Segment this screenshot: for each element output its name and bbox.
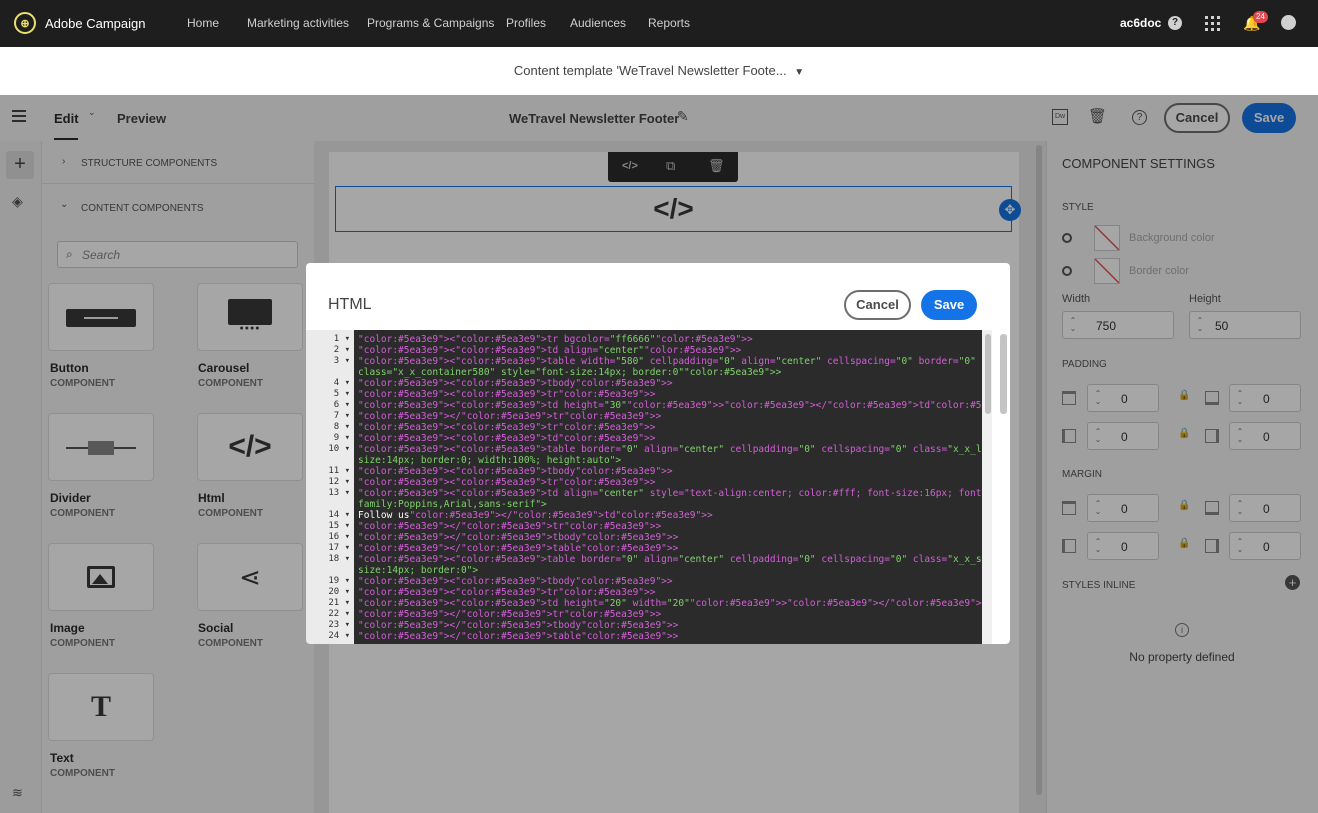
html-code-editor[interactable]: 1 ▾ 2 ▾ 3 ▾ 4 ▾ 5 ▾ 6 ▾ 7 ▾ 8 ▾ 9 ▾ 10 ▾ 11 ▾ 12 ▾ 1… <box>306 330 1010 644</box>
code-line[interactable]: size:14px; border:0"> <box>358 565 478 576</box>
chevron-down-icon[interactable]: ▼ <box>794 67 804 78</box>
line-number: 17 ▾ <box>328 543 350 553</box>
code-line[interactable]: "color:#5ea3e9"><"color:#5ea3e9">tbody"c… <box>358 576 673 587</box>
line-number: 9 ▾ <box>333 433 350 443</box>
code-line[interactable]: "color:#5ea3e9"><"color:#5ea3e9">td alig… <box>358 345 741 356</box>
line-number-gutter: 1 ▾ 2 ▾ 3 ▾ 4 ▾ 5 ▾ 6 ▾ 7 ▾ 8 ▾ 9 ▾ 10 ▾ 11 ▾ 12 ▾ 1… <box>306 330 354 644</box>
code-line[interactable]: "color:#5ea3e9"><"color:#5ea3e9">tbody"c… <box>358 466 673 477</box>
nav-marketing-activities[interactable]: Marketing activities <box>247 16 349 30</box>
line-number: 10 ▾ <box>328 444 350 454</box>
app-name[interactable]: Adobe Campaign <box>45 16 145 31</box>
dialog-cancel-button[interactable]: Cancel <box>844 290 911 320</box>
line-number: 16 ▾ <box>328 532 350 542</box>
line-number: 24 ▾ <box>328 631 350 641</box>
code-line[interactable]: "color:#5ea3e9"></"color:#5ea3e9">tr"col… <box>358 521 661 532</box>
code-line[interactable]: "color:#5ea3e9"><"color:#5ea3e9">tr"colo… <box>358 587 655 598</box>
code-line[interactable]: "color:#5ea3e9"></"color:#5ea3e9">tr"col… <box>358 609 661 620</box>
dialog-save-button[interactable]: Save <box>921 290 977 320</box>
nav-profiles[interactable]: Profiles <box>506 16 546 30</box>
code-line[interactable]: "color:#5ea3e9"><"color:#5ea3e9">tr"colo… <box>358 477 655 488</box>
code-line[interactable]: "color:#5ea3e9"><"color:#5ea3e9">td alig… <box>358 488 1010 499</box>
editor-scroll-thumb[interactable] <box>985 334 991 414</box>
code-line[interactable]: "color:#5ea3e9"><"color:#5ea3e9">td"colo… <box>358 433 655 444</box>
code-line[interactable]: family:Poppins,Arial,sans-serif"> <box>358 499 547 510</box>
apps-grid-icon[interactable] <box>1205 16 1220 31</box>
code-line[interactable]: Follow us"color:#5ea3e9"></"color:#5ea3e… <box>358 510 713 521</box>
line-number: 3 ▾ <box>333 356 350 366</box>
line-number: 6 ▾ <box>333 400 350 410</box>
code-line[interactable]: "color:#5ea3e9"><"color:#5ea3e9">tbody"c… <box>358 378 673 389</box>
line-number: 12 ▾ <box>328 477 350 487</box>
line-number: 21 ▾ <box>328 598 350 608</box>
code-line[interactable]: "color:#5ea3e9"><"color:#5ea3e9">table w… <box>358 356 976 367</box>
code-line[interactable]: "color:#5ea3e9"><"color:#5ea3e9">td heig… <box>358 400 1010 411</box>
help-icon[interactable]: ? <box>1168 16 1182 30</box>
top-bar: ⊕ Adobe Campaign Home Marketing activiti… <box>0 0 1318 47</box>
nav-audiences[interactable]: Audiences <box>570 16 626 30</box>
line-number: 11 ▾ <box>328 466 350 476</box>
code-line[interactable]: "color:#5ea3e9"><"color:#5ea3e9">table b… <box>358 444 1010 455</box>
dialog-scrollbar[interactable] <box>1000 334 1007 414</box>
line-number: 20 ▾ <box>328 587 350 597</box>
code-line[interactable]: "color:#5ea3e9"></"color:#5ea3e9">tbody"… <box>358 620 678 631</box>
line-number: 15 ▾ <box>328 521 350 531</box>
line-number: 2 ▾ <box>333 345 350 355</box>
html-dialog: HTML Cancel Save 1 ▾ 2 ▾ 3 ▾ 4 ▾ 5 ▾ 6 ▾ 7 ▾ 8 … <box>306 263 1010 644</box>
template-title[interactable]: Content template 'WeTravel Newsletter Fo… <box>514 63 787 78</box>
avatar[interactable] <box>1281 15 1296 30</box>
line-number: 22 ▾ <box>328 609 350 619</box>
code-line[interactable]: "color:#5ea3e9"></"color:#5ea3e9">table"… <box>358 631 678 642</box>
nav-home[interactable]: Home <box>187 16 219 30</box>
code-line[interactable]: "color:#5ea3e9"><"color:#5ea3e9">tr bgco… <box>358 334 753 345</box>
notification-badge: 24 <box>1253 11 1268 23</box>
code-line[interactable]: "color:#5ea3e9"><"color:#5ea3e9">tr"colo… <box>358 422 655 433</box>
line-number: 1 ▾ <box>333 334 350 344</box>
line-number: 5 ▾ <box>333 389 350 399</box>
line-number: 7 ▾ <box>333 411 350 421</box>
line-number: 8 ▾ <box>333 422 350 432</box>
code-line[interactable]: "color:#5ea3e9"></"color:#5ea3e9">tbody"… <box>358 532 678 543</box>
line-number: 19 ▾ <box>328 576 350 586</box>
code-line[interactable]: "color:#5ea3e9"><"color:#5ea3e9">tr"colo… <box>358 389 655 400</box>
code-line[interactable]: "color:#5ea3e9"><"color:#5ea3e9">table b… <box>358 554 1010 565</box>
code-line[interactable]: size:14px; border:0; width:100%; height:… <box>358 455 621 466</box>
code-line[interactable]: "color:#5ea3e9"></"color:#5ea3e9">table"… <box>358 543 678 554</box>
line-number: 4 ▾ <box>333 378 350 388</box>
user-id[interactable]: ac6doc <box>1120 16 1161 30</box>
nav-programs-campaigns[interactable]: Programs & Campaigns <box>367 16 494 30</box>
code-line[interactable]: "color:#5ea3e9"><"color:#5ea3e9">td heig… <box>358 598 1010 609</box>
adobe-campaign-logo-icon[interactable]: ⊕ <box>14 12 36 34</box>
nav-reports[interactable]: Reports <box>648 16 690 30</box>
dialog-title: HTML <box>328 296 372 313</box>
line-number: 23 ▾ <box>328 620 350 630</box>
line-number: 14 ▾ <box>328 510 350 520</box>
template-title-bar[interactable]: Content template 'WeTravel Newsletter Fo… <box>0 47 1318 95</box>
line-number: 18 ▾ <box>328 554 350 564</box>
line-number: 13 ▾ <box>328 488 350 498</box>
code-line[interactable]: "color:#5ea3e9"></"color:#5ea3e9">tr"col… <box>358 411 661 422</box>
code-line[interactable]: class="x_x_container580" style="font-siz… <box>358 367 781 378</box>
